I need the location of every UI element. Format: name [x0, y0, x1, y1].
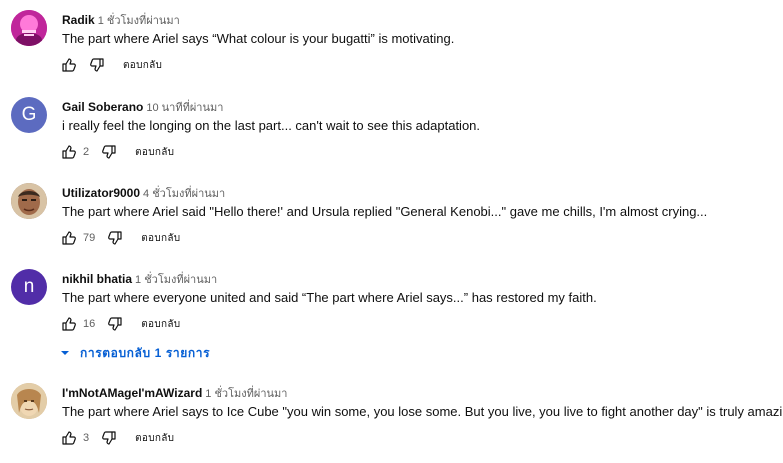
- comment-item: Radik 1 ชั่วโมงที่ผ่านมา The part where A…: [0, 10, 783, 90]
- avatar[interactable]: n: [11, 269, 47, 305]
- dislike-button[interactable]: [107, 316, 123, 332]
- reply-button[interactable]: ตอบกลับ: [141, 231, 180, 246]
- view-replies-label: การตอบกลับ 1 รายการ: [80, 345, 211, 360]
- timestamp[interactable]: 4 ชั่วโมงที่ผ่านมา: [143, 188, 225, 200]
- reply-button[interactable]: ตอบกลับ: [135, 431, 174, 446]
- author-name[interactable]: nikhil bhatia: [62, 272, 132, 286]
- comment-actions: 16 ตอบกลับ: [61, 316, 180, 332]
- dislike-button[interactable]: [89, 57, 105, 73]
- author-name[interactable]: Utilizator9000: [62, 186, 140, 200]
- like-button[interactable]: [61, 57, 77, 73]
- comment-actions: 3 ตอบกลับ: [61, 430, 174, 446]
- pink-avatar-icon: [11, 10, 47, 46]
- avatar[interactable]: G: [11, 97, 47, 133]
- thumbs-up-icon: [62, 317, 76, 331]
- thumbs-down-icon: [108, 317, 122, 331]
- dislike-button[interactable]: [107, 230, 123, 246]
- dislike-button[interactable]: [101, 430, 117, 446]
- comment-text: The part where Ariel says “What colour i…: [62, 31, 455, 46]
- author-name[interactable]: Radik: [62, 13, 95, 27]
- comment-text: The part where Ariel says to Ice Cube "y…: [62, 404, 783, 419]
- comment-item: I'mNotAMageI'mAWizard 1 ชั่วโมงที่ผ่านมา …: [0, 383, 783, 463]
- avatar-letter: n: [23, 276, 35, 297]
- comment-actions: 79 ตอบกลับ: [61, 230, 180, 246]
- like-count: 2: [83, 146, 90, 158]
- comment-actions: ตอบกลับ: [61, 57, 162, 73]
- comment-header: Radik 1 ชั่วโมงที่ผ่านมา: [62, 11, 180, 29]
- reply-button[interactable]: ตอบกลับ: [123, 58, 162, 73]
- face-photo-icon: [11, 183, 47, 219]
- timestamp[interactable]: 10 นาทีที่ผ่านมา: [146, 102, 223, 114]
- comment-item: Utilizator9000 4 ชั่วโมงที่ผ่านมา The par…: [0, 183, 783, 263]
- view-replies-button[interactable]: การตอบกลับ 1 รายการ: [60, 344, 210, 362]
- comment-header: I'mNotAMageI'mAWizard 1 ชั่วโมงที่ผ่านมา: [62, 384, 287, 402]
- comment-header: nikhil bhatia 1 ชั่วโมงที่ผ่านมา: [62, 270, 217, 288]
- comment-text: The part where everyone united and said …: [62, 290, 597, 305]
- thumbs-down-icon: [90, 58, 104, 72]
- dislike-button[interactable]: [101, 144, 117, 160]
- avatar[interactable]: [11, 183, 47, 219]
- comment-text: i really feel the longing on the last pa…: [62, 118, 481, 133]
- comment-header: Utilizator9000 4 ชั่วโมงที่ผ่านมา: [62, 184, 225, 202]
- comment-header: Gail Soberano 10 นาทีที่ผ่านมา: [62, 98, 223, 116]
- avatar-letter: G: [21, 104, 37, 125]
- comment-text: The part where Ariel said "Hello there!'…: [62, 204, 708, 219]
- like-count: 3: [83, 432, 90, 444]
- thumbs-up-icon: [62, 431, 76, 445]
- thumbs-down-icon: [102, 145, 116, 159]
- like-count: 16: [83, 318, 96, 330]
- thumbs-up-icon: [62, 231, 76, 245]
- author-name[interactable]: I'mNotAMageI'mAWizard: [62, 386, 202, 400]
- caret-down-icon: [60, 348, 70, 358]
- like-count: 79: [83, 232, 96, 244]
- timestamp[interactable]: 1 ชั่วโมงที่ผ่านมา: [98, 15, 180, 27]
- author-name[interactable]: Gail Soberano: [62, 100, 143, 114]
- timestamp[interactable]: 1 ชั่วโมงที่ผ่านมา: [205, 388, 287, 400]
- like-button[interactable]: [61, 430, 77, 446]
- wizard-photo-icon: [11, 383, 47, 419]
- timestamp[interactable]: 1 ชั่วโมงที่ผ่านมา: [135, 274, 217, 286]
- avatar[interactable]: [11, 383, 47, 419]
- like-button[interactable]: [61, 316, 77, 332]
- comment-item: G Gail Soberano 10 นาทีที่ผ่านมา i really…: [0, 97, 783, 177]
- reply-button[interactable]: ตอบกลับ: [141, 317, 180, 332]
- reply-button[interactable]: ตอบกลับ: [135, 145, 174, 160]
- comment-actions: 2 ตอบกลับ: [61, 144, 174, 160]
- comment-item: n nikhil bhatia 1 ชั่วโมงที่ผ่านมา The pa…: [0, 269, 783, 349]
- thumbs-up-icon: [62, 145, 76, 159]
- avatar[interactable]: [11, 10, 47, 46]
- thumbs-up-icon: [62, 58, 76, 72]
- like-button[interactable]: [61, 144, 77, 160]
- like-button[interactable]: [61, 230, 77, 246]
- thumbs-down-icon: [108, 231, 122, 245]
- thumbs-down-icon: [102, 431, 116, 445]
